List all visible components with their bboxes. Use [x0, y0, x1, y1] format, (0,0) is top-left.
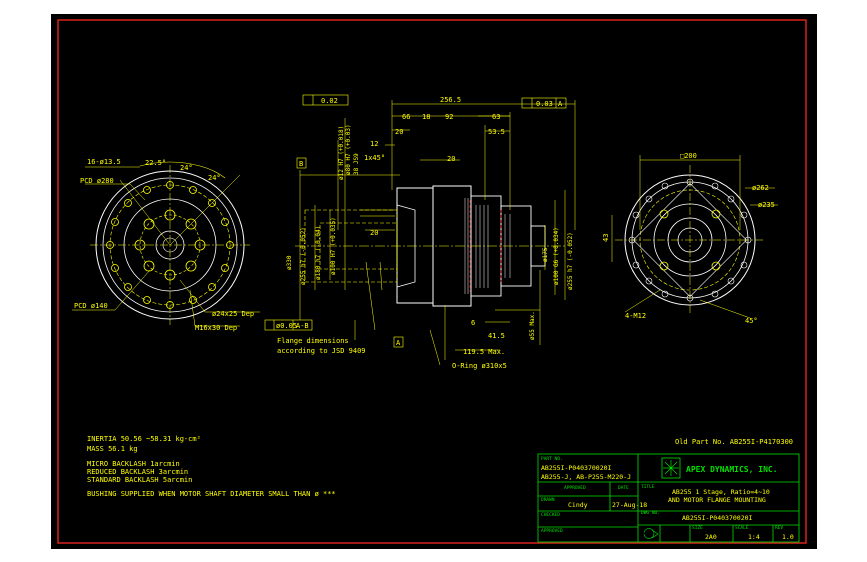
tb-rev-label: REV	[775, 525, 783, 531]
left-pcd-140: PCD ø140	[74, 302, 108, 310]
tb-part-label: PART NO.	[541, 456, 563, 462]
right-m12: 4-M12	[625, 312, 646, 320]
fcf-pos: ø0.05	[276, 322, 297, 330]
left-pcd-280: PCD ø280	[80, 177, 114, 185]
left-angle-3: 24°	[208, 174, 221, 182]
dim-d255b: ø255 h7 (-0.052)	[567, 232, 574, 290]
oring-label: O-Ring ø310x5	[452, 362, 507, 370]
dim-1x45: 1x45°	[364, 154, 385, 162]
dim-20b: 20	[447, 155, 455, 163]
engineering-drawing: 16-ø13.5 22.5° 24° 24° PCD ø280 PCD ø140…	[57, 19, 807, 544]
right-45: 45°	[745, 317, 758, 325]
tb-scale-label: SCALE	[735, 525, 749, 531]
dim-d175: ø175	[542, 247, 549, 262]
note-standard: STANDARD BACKLASH 5arcmin	[87, 476, 192, 484]
tb-drawn-label: DRAWN	[541, 497, 555, 503]
tb-checked-label: CHECKED	[541, 512, 560, 518]
datum-b: B	[299, 160, 303, 168]
right-d262: ø262	[752, 184, 769, 192]
tb-approved-label: APPROVED	[564, 485, 586, 491]
old-part-no: Old Part No. AB255I-P4170300	[675, 438, 793, 446]
tb-part-no-2: AB255-J, AB-P255-M220-J	[541, 473, 631, 481]
tb-size: 2A0	[705, 533, 717, 541]
flange-note-1: Flange dimensions	[277, 337, 349, 345]
tb-size-label: SIZE	[692, 525, 703, 531]
right-square: □200	[680, 152, 697, 160]
dim-256-5: 256.5	[440, 96, 461, 104]
tb-scale: 1:4	[748, 533, 760, 541]
dim-20c: 20	[370, 229, 378, 237]
right-43: 43	[602, 234, 610, 242]
left-angle-2: 24°	[180, 164, 193, 172]
tb-company: APEX DYNAMICS, INC.	[686, 465, 778, 474]
left-holes-label: 16-ø13.5	[87, 158, 121, 166]
tb-approved2-label: APPROVED	[541, 528, 563, 534]
dim-d180: ø180 h7 (-0.04)	[315, 226, 322, 280]
datum-a: A	[396, 339, 401, 347]
tb-dwg-label: DWG NO.	[641, 510, 660, 516]
left-angle-1: 22.5°	[145, 159, 166, 167]
right-d235: ø235	[758, 201, 775, 209]
fcf-perp: 0.03	[536, 100, 553, 108]
dim-41-5: 41.5	[488, 332, 505, 340]
right-view	[611, 155, 778, 319]
dim-92: 92	[445, 113, 453, 121]
tb-drawn-by: Cindy	[568, 501, 588, 509]
tb-date-label: DATE	[618, 485, 629, 491]
fcf-pos-ref: A-B	[296, 322, 309, 330]
dim-119-5: 119.5 Max.	[463, 348, 505, 356]
dim-d12h: ø12 H7 (+0.018)	[338, 126, 345, 180]
dim-d80: ø80 H7 (+0.03)	[345, 124, 352, 175]
tb-rev: 1.0	[782, 533, 794, 541]
dim-18: 18	[422, 113, 430, 121]
dim-38: 38 JS9	[353, 153, 360, 175]
dim-12: 12	[370, 140, 378, 148]
tb-title-2: AND MOTOR FLANGE MOUNTING	[668, 496, 766, 504]
dim-20a: 20	[395, 128, 403, 136]
tb-drawn-date: 27-Aug-18	[612, 501, 647, 509]
dim-66: 66	[402, 113, 410, 121]
dim-53-5: 53.5	[488, 128, 505, 136]
left-tap-1: ø24x25 Dep	[212, 310, 254, 318]
note-inertia: INERTIA 50.56 ~58.31 kg-cm²	[87, 435, 201, 443]
note-bushing: BUSHING SUPPLIED WHEN MOTOR SHAFT DIAMET…	[87, 490, 336, 498]
dim-63: 63	[492, 113, 500, 121]
fcf-flatness: 0.02	[321, 97, 338, 105]
left-tap-2: M16x30 Dep	[195, 324, 237, 332]
note-micro: MICRO BACKLASH 1arcmin	[87, 460, 180, 468]
flange-note-2: according to JSD 9409	[277, 347, 366, 355]
dim-d255a: ø255 h7 (-0.052)	[300, 227, 307, 285]
note-mass: MASS 56.1 kg	[87, 445, 138, 453]
dim-d330: ø330	[286, 255, 293, 270]
dim-d100: ø100 H7 (+0.035)	[330, 217, 337, 275]
dim-6: 6	[471, 319, 475, 327]
tb-title-label: TITLE	[641, 484, 655, 490]
dim-d100b: ø100 G6 (+0.034)	[553, 227, 560, 285]
dim-d55: ø55 Max.	[529, 311, 536, 340]
tb-part-no-1: AB255I-P040370020I	[541, 464, 612, 472]
tb-title-1: AB255 1 Stage, Ratio=4~10	[672, 488, 770, 496]
note-reduced: REDUCED BACKLASH 3arcmin	[87, 468, 188, 476]
tb-dwg-no: AB255I-P040370020I	[682, 514, 753, 522]
